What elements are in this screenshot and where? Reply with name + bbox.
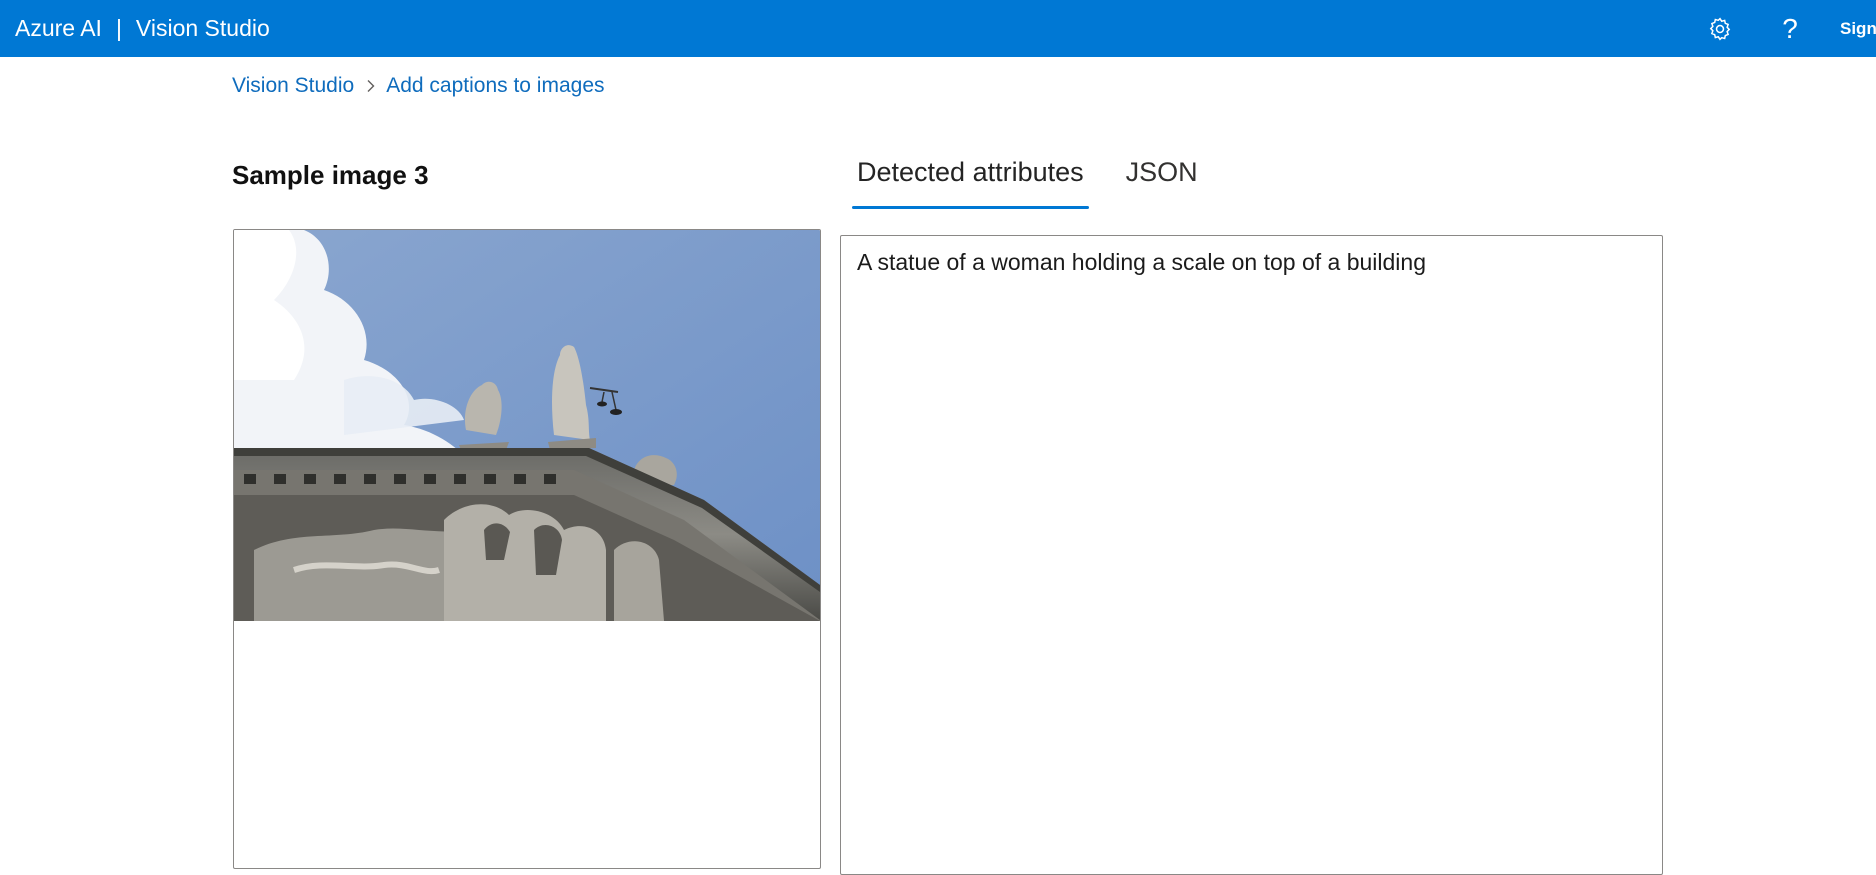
breadcrumb: Vision Studio Add captions to images (232, 74, 605, 98)
gear-icon (1709, 17, 1731, 40)
brand-separator: | (115, 15, 122, 41)
sample-photo[interactable] (234, 230, 820, 621)
chevron-right-icon (366, 79, 376, 93)
top-actions: ? Sign in (1700, 0, 1876, 57)
app-brand[interactable]: Azure AI | Vision Studio (15, 15, 270, 42)
result-tabs: Detected attributes JSON (852, 155, 1203, 209)
image-panel (233, 229, 821, 869)
breadcrumb-add-captions[interactable]: Add captions to images (386, 74, 604, 98)
settings-button[interactable] (1700, 9, 1740, 49)
product-name: Vision Studio (135, 15, 270, 41)
generated-caption: A statue of a woman holding a scale on t… (857, 249, 1427, 275)
sign-in-button[interactable]: Sign in (1840, 19, 1876, 39)
tab-json[interactable]: JSON (1121, 155, 1203, 205)
breadcrumb-vision-studio[interactable]: Vision Studio (232, 74, 354, 98)
tab-detected-attributes[interactable]: Detected attributes (852, 155, 1089, 209)
help-button[interactable]: ? (1770, 9, 1810, 49)
caption-result-panel: A statue of a woman holding a scale on t… (840, 235, 1663, 875)
top-bar: Azure AI | Vision Studio ? Sign in (0, 0, 1876, 57)
sample-image-title: Sample image 3 (232, 160, 429, 190)
brand-name: Azure AI (15, 15, 102, 41)
help-icon: ? (1782, 12, 1798, 44)
